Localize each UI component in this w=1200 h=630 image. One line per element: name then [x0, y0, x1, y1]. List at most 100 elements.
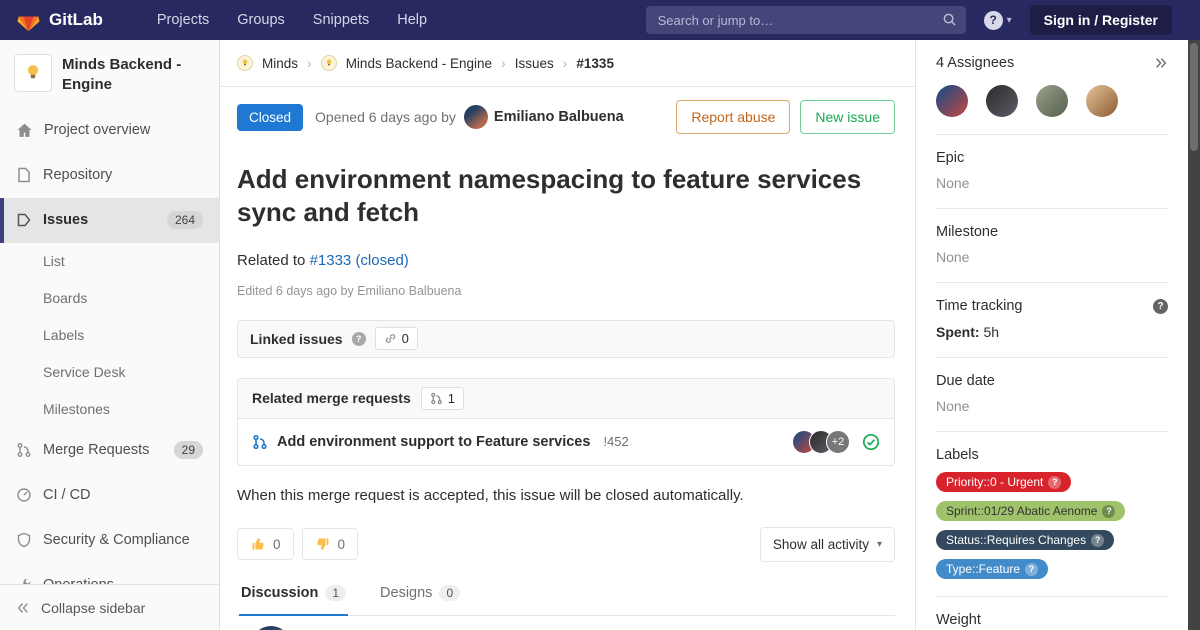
show-all-activity-label: Show all activity	[773, 537, 869, 552]
nav-groups[interactable]: Groups	[237, 12, 285, 28]
tab-designs[interactable]: Designs 0	[378, 579, 462, 615]
discussion-count-badge: 1	[325, 585, 346, 601]
related-mrs-widget: Related merge requests 1 Add environment…	[237, 378, 895, 466]
help-icon: ?	[984, 11, 1003, 30]
breadcrumb: Minds › Minds Backend - Engine › Issues …	[220, 40, 915, 87]
help-menu[interactable]: ? ▾	[984, 11, 1012, 30]
related-mrs-title: Related merge requests	[252, 390, 411, 406]
labels-section: Labels Priority::0 - Urgent? Sprint::01/…	[936, 432, 1168, 597]
sidebar-item-ci-cd[interactable]: CI / CD	[0, 473, 219, 518]
project-context-header[interactable]: Minds Backend - Engine	[0, 40, 219, 108]
due-date-title: Due date	[936, 373, 995, 389]
global-search[interactable]	[646, 6, 966, 34]
merge-request-row[interactable]: Add environment support to Feature servi…	[238, 419, 894, 465]
assignee-avatar[interactable]	[1086, 85, 1118, 117]
due-date-value: None	[936, 398, 1168, 414]
shield-icon	[16, 532, 32, 548]
epic-section: Epic None	[936, 135, 1168, 209]
group-avatar	[237, 55, 253, 71]
labels-title: Labels	[936, 447, 979, 463]
chevron-double-right-icon[interactable]	[1154, 56, 1168, 70]
thumbs-down-button[interactable]: 0	[302, 528, 359, 560]
edited-line: Edited 6 days ago by Emiliano Balbuena	[237, 284, 895, 298]
sidebar-item-list[interactable]: List	[0, 243, 219, 280]
sidebar-label: Project overview	[44, 122, 150, 138]
related-mrs-count: 1	[421, 387, 464, 410]
document-icon	[16, 167, 32, 183]
show-all-activity-dropdown[interactable]: Show all activity ▾	[760, 527, 895, 562]
breadcrumb-current: #1335	[576, 56, 614, 71]
report-abuse-button[interactable]: Report abuse	[676, 100, 790, 134]
nav-help[interactable]: Help	[397, 12, 427, 28]
spent-label: Spent:	[936, 324, 980, 340]
label-text: Type::Feature	[946, 562, 1020, 576]
status-badge: Closed	[237, 104, 303, 131]
project-name: Minds Backend - Engine	[62, 54, 205, 96]
sidebar-item-issues[interactable]: Issues 264	[0, 198, 219, 243]
gitlab-tanuki-icon	[16, 8, 41, 32]
sidebar-item-labels[interactable]: Labels	[0, 317, 219, 354]
comment-author-avatar[interactable]	[251, 626, 291, 630]
breadcrumb-issues[interactable]: Issues	[515, 56, 554, 71]
thumbs-down-icon	[315, 536, 331, 552]
thumbs-up-icon	[250, 536, 266, 552]
nav-projects[interactable]: Projects	[157, 12, 209, 28]
help-icon: ?	[1048, 476, 1061, 489]
search-input[interactable]	[646, 6, 966, 34]
chevron-right-icon: ›	[563, 55, 568, 71]
page-scrollbar[interactable]	[1188, 40, 1200, 630]
scrollbar-thumb[interactable]	[1190, 43, 1198, 151]
merge-request-icon	[16, 442, 32, 458]
assignee-avatar[interactable]	[986, 85, 1018, 117]
issue-status-bar: Closed Opened 6 days ago by Emiliano Bal…	[237, 98, 895, 136]
assignees-section: 4 Assignees	[936, 40, 1168, 135]
weight-title: Weight	[936, 612, 981, 628]
thumbs-up-button[interactable]: 0	[237, 528, 294, 560]
tab-discussion[interactable]: Discussion 1	[239, 579, 348, 616]
label-type[interactable]: Type::Feature?	[936, 559, 1048, 579]
label-sprint[interactable]: Sprint::01/29 Abatic Aenome?	[936, 501, 1125, 521]
author-avatar[interactable]	[464, 105, 488, 129]
linked-issues-count[interactable]: 0	[375, 327, 418, 350]
assignee-avatar[interactable]	[936, 85, 968, 117]
breadcrumb-group[interactable]: Minds	[262, 56, 298, 71]
top-navbar: GitLab Projects Groups Snippets Help ? ▾…	[0, 0, 1200, 40]
help-icon[interactable]: ?	[1153, 299, 1168, 314]
chevron-down-icon: ▾	[1007, 15, 1012, 26]
assignee-avatar[interactable]	[1036, 85, 1068, 117]
collapse-sidebar-button[interactable]: Collapse sidebar	[0, 584, 219, 630]
nav-snippets[interactable]: Snippets	[313, 12, 369, 28]
spent-value: 5h	[983, 324, 999, 340]
breadcrumb-project[interactable]: Minds Backend - Engine	[346, 56, 492, 71]
gitlab-home-link[interactable]: GitLab	[16, 8, 103, 32]
label-text: Sprint::01/29 Abatic Aenome	[946, 504, 1097, 518]
linked-issues-count-value: 0	[402, 331, 409, 346]
label-status[interactable]: Status::Requires Changes?	[936, 530, 1114, 550]
sidebar-item-project-overview[interactable]: Project overview	[0, 108, 219, 153]
sidebar-item-security-compliance[interactable]: Security & Compliance	[0, 518, 219, 563]
issues-subnav: List Boards Labels Service Desk Mileston…	[0, 243, 219, 428]
help-icon[interactable]: ?	[352, 332, 366, 346]
sidebar-item-boards[interactable]: Boards	[0, 280, 219, 317]
author-link[interactable]: Emiliano Balbuena	[494, 109, 624, 125]
new-issue-button[interactable]: New issue	[800, 100, 895, 134]
related-issue-link[interactable]: #1333 (closed)	[310, 252, 409, 269]
sidebar-item-repository[interactable]: Repository	[0, 153, 219, 198]
link-icon	[384, 332, 397, 345]
sidebar-item-merge-requests[interactable]: Merge Requests 29	[0, 428, 219, 473]
check-circle-icon	[862, 433, 880, 451]
issue-right-sidebar: 4 Assignees Epic None Milestone None Tim…	[915, 40, 1188, 630]
mr-extra-assignees-badge[interactable]: +2	[826, 430, 850, 454]
help-icon: ?	[1091, 534, 1104, 547]
project-avatar-small	[321, 55, 337, 71]
project-avatar	[14, 54, 52, 92]
sign-in-button[interactable]: Sign in / Register	[1030, 5, 1172, 35]
sidebar-item-service-desk[interactable]: Service Desk	[0, 354, 219, 391]
sidebar-item-milestones[interactable]: Milestones	[0, 391, 219, 428]
merge-request-title-link[interactable]: Add environment support to Feature servi…	[277, 434, 590, 450]
label-priority[interactable]: Priority::0 - Urgent?	[936, 472, 1071, 492]
project-sidebar: Minds Backend - Engine Project overview …	[0, 40, 220, 630]
chevron-right-icon: ›	[307, 55, 312, 71]
collapse-sidebar-label: Collapse sidebar	[41, 600, 145, 616]
help-icon: ?	[1102, 505, 1115, 518]
